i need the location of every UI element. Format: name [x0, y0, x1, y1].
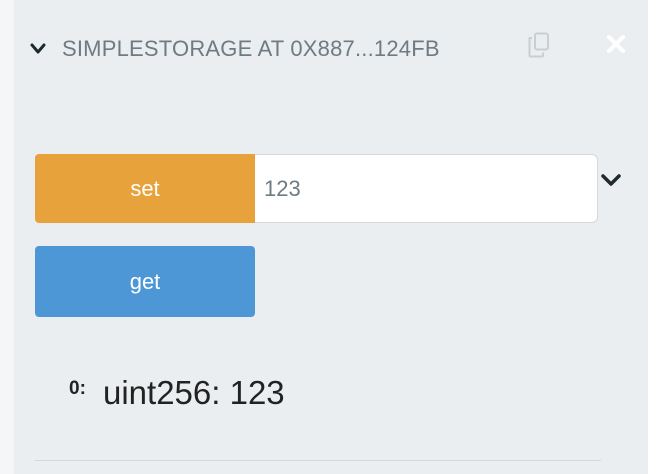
divider [35, 460, 601, 461]
expand-set-inputs-icon[interactable] [600, 172, 622, 188]
collapse-chevron-icon[interactable] [30, 41, 46, 57]
result-value: uint256: 123 [103, 374, 285, 411]
get-button[interactable]: get [35, 246, 255, 317]
copy-icon[interactable] [528, 32, 550, 58]
result-index: 0: [69, 378, 86, 399]
set-value-input[interactable] [255, 154, 598, 223]
contract-panel: SIMPLESTORAGE AT 0X887...124FB set get 0… [14, 0, 648, 474]
left-edge [0, 0, 15, 474]
close-icon[interactable] [606, 34, 626, 54]
right-edge [648, 0, 662, 474]
contract-title: SIMPLESTORAGE AT 0X887...124FB [62, 36, 440, 61]
set-button[interactable]: set [35, 154, 255, 223]
